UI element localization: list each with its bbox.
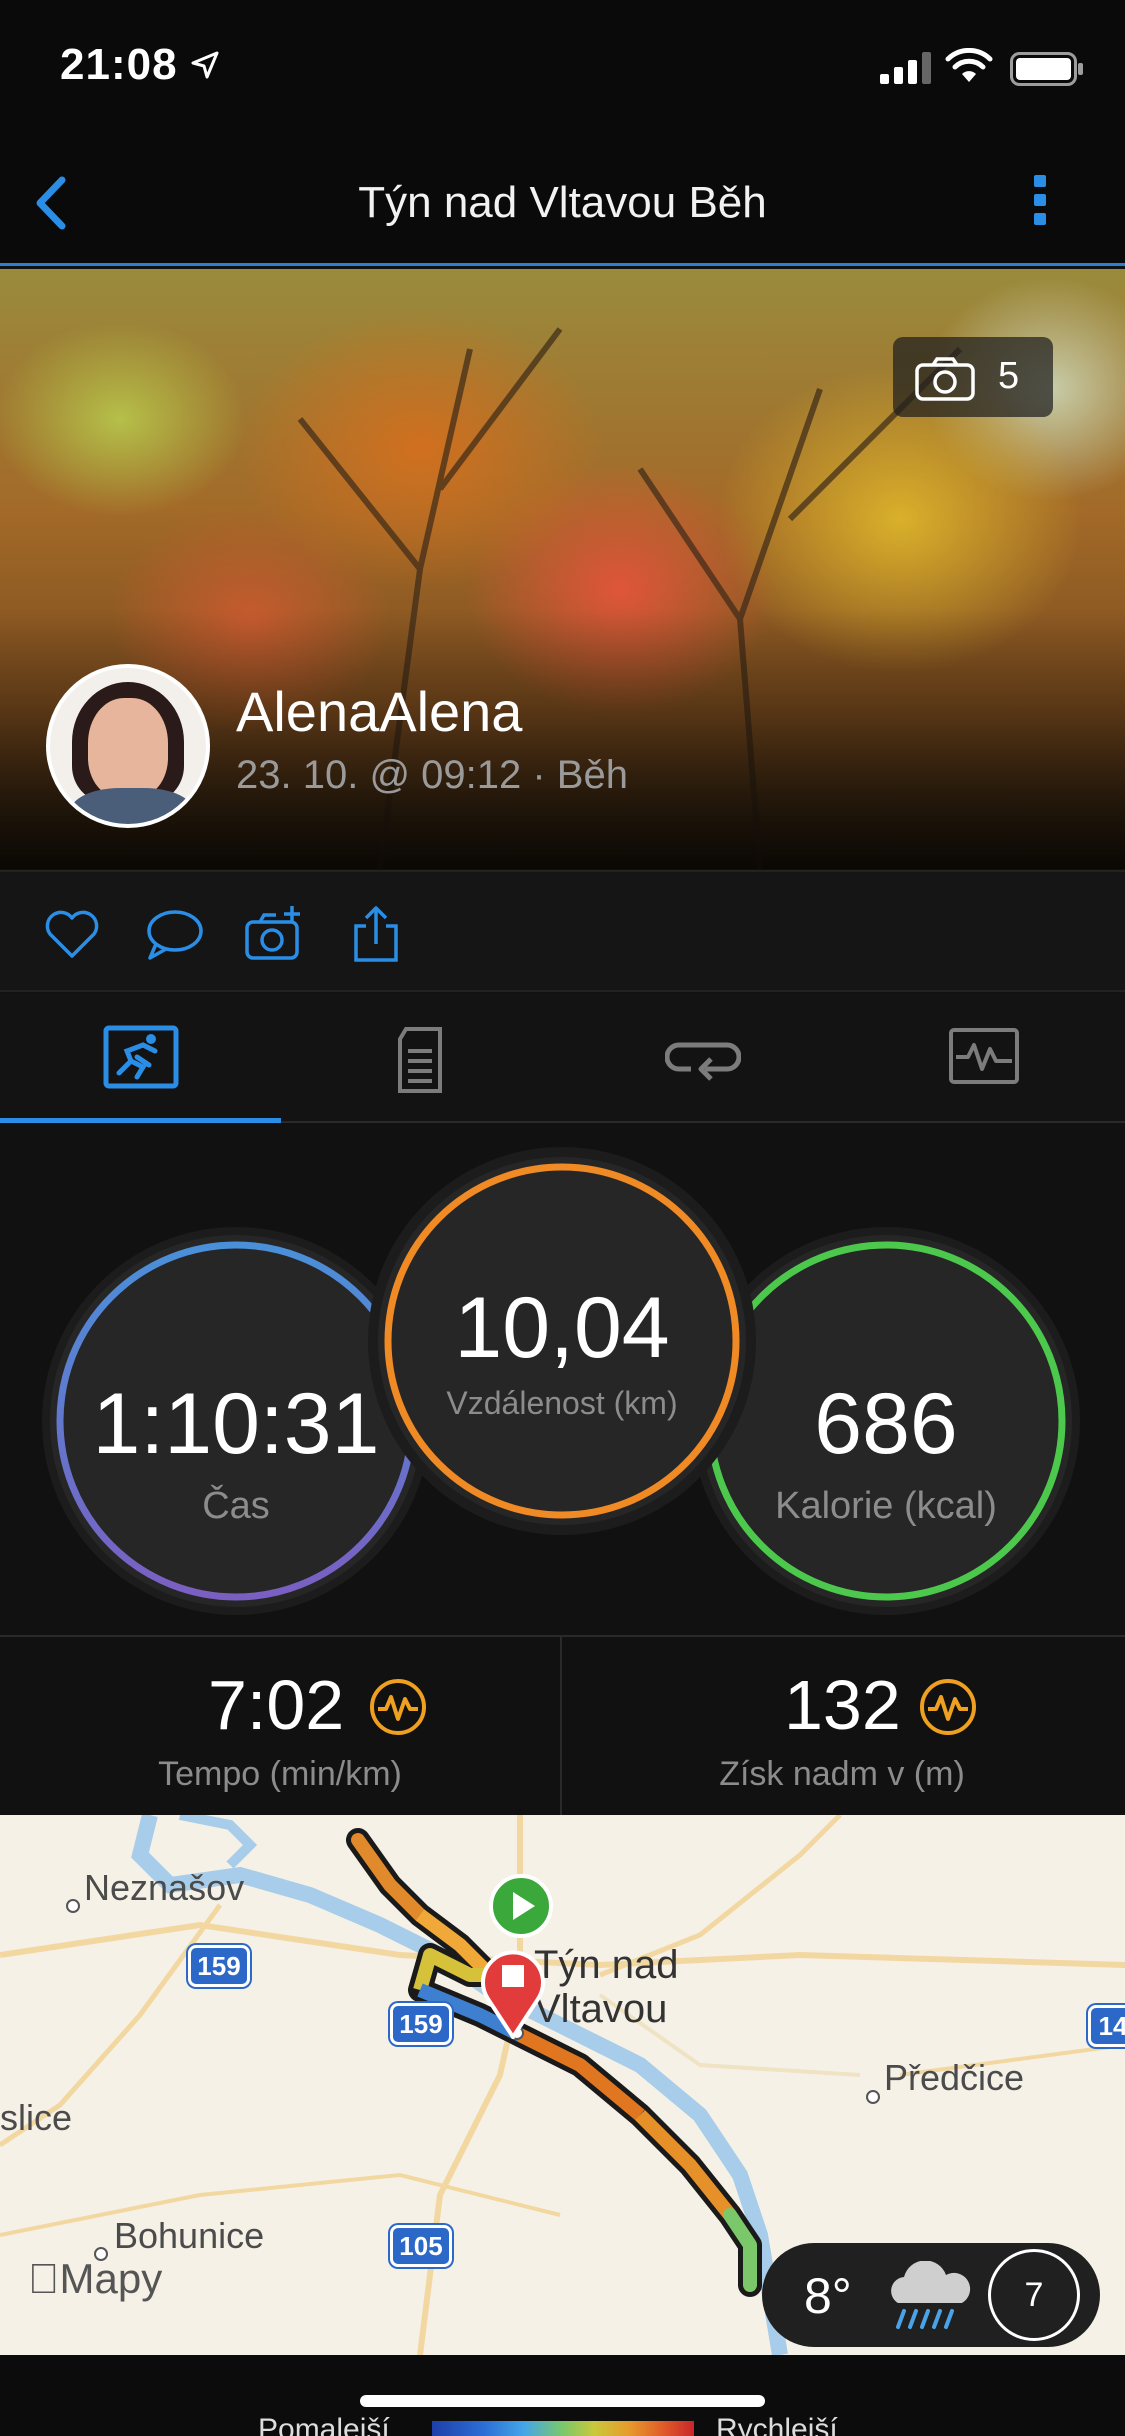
- comment-icon[interactable]: [144, 904, 204, 964]
- laps-loop-icon: [665, 1042, 741, 1081]
- status-bar: 21:08: [0, 0, 1125, 140]
- wind-speed: 7: [1024, 2276, 1044, 2314]
- tab-details[interactable]: [281, 993, 562, 1123]
- battery-icon: [1010, 52, 1083, 86]
- time-value: 1:10:31: [92, 1376, 380, 1472]
- road-shield: 105: [390, 2225, 452, 2267]
- elevation-cell[interactable]: 132 Získ nadm v (m): [562, 1637, 1122, 1817]
- apple-maps-logo: Mapy: [28, 2255, 162, 2302]
- elevation-label: Získ nadm v (m): [719, 1755, 965, 1793]
- activity-tabs: [0, 993, 1125, 1123]
- stats-panel: 1:10:31 Čas 686 Kalorie (kcal) 10,04 Vzd…: [0, 1125, 1125, 1635]
- pace-label: Tempo (min/km): [158, 1755, 402, 1793]
- wifi-icon: [945, 48, 993, 82]
- road-shield: 159: [390, 2003, 452, 2045]
- legend-color-bar: [432, 2421, 694, 2436]
- distance-ring[interactable]: 10,04 Vzdálenost (km): [378, 1157, 746, 1525]
- tab-overview[interactable]: [0, 993, 281, 1123]
- pace-value: 7:02: [208, 1666, 345, 1744]
- action-row: [0, 870, 1125, 992]
- place-bohunice: Bohunice: [114, 2215, 265, 2256]
- camera-icon: [915, 357, 975, 401]
- place-tyn: Týn nad: [534, 1943, 679, 1987]
- elevation-value: 132: [784, 1666, 901, 1744]
- page-title: Týn nad Vltavou Běh: [358, 178, 767, 227]
- location-arrow-icon: [191, 51, 219, 79]
- pace-legend: Pomalejší Rychlejší: [0, 2355, 1125, 2436]
- add-photo-icon[interactable]: [244, 904, 304, 964]
- distance-value: 10,04: [454, 1280, 670, 1376]
- place-tyn-2: Vltavou: [534, 1987, 668, 2031]
- tab-active-indicator: [0, 1118, 281, 1123]
- weather-badge[interactable]: 8° 7: [762, 2243, 1100, 2347]
- place-neznasov: Neznašov: [84, 1867, 245, 1908]
- activity-date-type: 23. 10. @ 09:12 · Běh: [236, 753, 628, 797]
- calories-ring[interactable]: 686 Kalorie (kcal): [700, 1235, 1072, 1607]
- nav-bar: Týn nad Vltavou Běh: [0, 140, 1125, 266]
- place-slice: slice: [0, 2097, 73, 2138]
- home-indicator: [360, 2395, 765, 2407]
- activity-photo[interactable]: 5 AlenaAlena 23. 10. @ 09:12 · Běh: [0, 269, 1125, 869]
- document-list-icon: [398, 1027, 442, 1093]
- runner-icon: [103, 1025, 179, 1089]
- route-map[interactable]: Neznašov Týn nad Vltavou Předčice slice …: [0, 1815, 1125, 2355]
- like-heart-icon[interactable]: [42, 904, 102, 964]
- elevation-chart-icon[interactable]: [918, 1677, 978, 1737]
- legend-slow-label: Pomalejší: [258, 2413, 390, 2436]
- pace-cell[interactable]: 7:02 Tempo (min/km): [0, 1637, 560, 1817]
- road-shield: 14: [1088, 2005, 1125, 2047]
- status-time: 21:08: [60, 40, 178, 89]
- place-dot: [66, 1899, 80, 1913]
- secondary-stats: 7:02 Tempo (min/km) 132 Získ nadm v (m): [0, 1635, 1125, 1817]
- distance-label: Vzdálenost (km): [446, 1385, 678, 1421]
- more-menu-button[interactable]: [1020, 168, 1060, 238]
- time-label: Čas: [202, 1485, 270, 1527]
- legend-fast-label: Rychlejší: [716, 2413, 838, 2436]
- rain-cloud-icon: [891, 2261, 971, 2329]
- calories-label: Kalorie (kcal): [775, 1485, 997, 1527]
- tab-laps[interactable]: [562, 993, 843, 1123]
- calories-value: 686: [814, 1376, 958, 1472]
- place-predcice: Předčice: [884, 2057, 1025, 2098]
- weather-temperature: 8°: [804, 2268, 852, 2324]
- chart-icon: [949, 1028, 1019, 1084]
- start-marker-icon[interactable]: [488, 1873, 554, 1939]
- place-dot: [866, 2090, 880, 2104]
- finish-marker-icon[interactable]: [478, 1943, 548, 2039]
- share-icon[interactable]: [346, 904, 406, 964]
- signal-icon: [880, 52, 931, 84]
- user-name[interactable]: AlenaAlena: [236, 679, 522, 744]
- photo-count-badge[interactable]: 5: [893, 337, 1053, 417]
- road-shield: 159: [188, 1945, 250, 1987]
- photo-count: 5: [998, 355, 1020, 397]
- pace-chart-icon[interactable]: [368, 1677, 428, 1737]
- time-ring[interactable]: 1:10:31 Čas: [50, 1235, 422, 1607]
- avatar[interactable]: [46, 664, 210, 828]
- wind-indicator: 7: [988, 2249, 1080, 2341]
- tab-charts[interactable]: [843, 993, 1124, 1123]
